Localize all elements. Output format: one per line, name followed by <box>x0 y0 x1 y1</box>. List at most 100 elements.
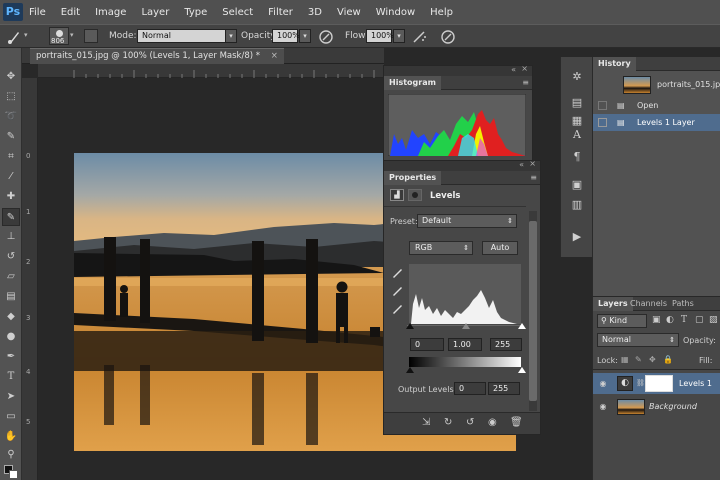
close-panel-icon[interactable]: × <box>529 159 536 168</box>
menu-type[interactable]: Type <box>184 7 207 18</box>
flow-input[interactable]: 100% <box>366 29 394 43</box>
blend-mode-select[interactable]: Normal ⇕ <box>597 333 679 347</box>
clone-stamp-tool-icon[interactable]: ⊥ <box>2 228 20 246</box>
output-black-slider[interactable] <box>406 367 414 373</box>
pressure-opacity-icon[interactable] <box>318 29 334 45</box>
hand-tool-icon[interactable]: ✋ <box>2 428 20 446</box>
move-tool-icon[interactable]: ✥ <box>2 68 20 86</box>
preset-select[interactable]: Default ⇕ <box>417 214 517 228</box>
toggle-visibility-icon[interactable]: ◉ <box>488 417 497 428</box>
lock-image-icon[interactable]: ✎ <box>635 355 642 364</box>
gray-point-eyedropper-icon[interactable] <box>390 283 404 297</box>
blur-tool-icon[interactable]: ◆ <box>2 308 20 326</box>
menu-select[interactable]: Select <box>222 7 253 18</box>
menu-edit[interactable]: Edit <box>61 7 80 18</box>
dodge-tool-icon[interactable]: ● <box>2 328 20 346</box>
menu-3d[interactable]: 3D <box>308 7 322 18</box>
shape-tool-icon[interactable]: ▭ <box>2 408 20 426</box>
type-tool-icon[interactable]: T <box>2 368 20 386</box>
history-panel-icon[interactable]: ▤ <box>569 95 585 111</box>
history-brush-source-icon[interactable] <box>598 101 607 110</box>
mode-dropdown-icon[interactable]: ▾ <box>225 29 237 43</box>
flow-dropdown-icon[interactable]: ▾ <box>393 29 405 43</box>
brush-size-picker[interactable]: 806 <box>49 27 69 45</box>
link-icon[interactable]: ⛓ <box>636 373 645 394</box>
character-panel-icon[interactable]: A <box>569 127 585 143</box>
black-point-eyedropper-icon[interactable] <box>390 265 404 279</box>
menu-file[interactable]: File <box>29 7 46 18</box>
menu-layer[interactable]: Layer <box>141 7 169 18</box>
styles-panel-icon[interactable]: ▣ <box>569 177 585 193</box>
opacity-dropdown-icon[interactable]: ▾ <box>299 29 311 43</box>
filter-smart-object-icon[interactable]: ▧ <box>709 315 718 325</box>
filter-type-icon[interactable]: T <box>681 315 687 325</box>
timeline-panel-icon[interactable]: ▶ <box>569 229 585 245</box>
filter-pixel-icon[interactable]: ▣ <box>652 315 661 325</box>
input-black-slider[interactable] <box>406 323 414 329</box>
healing-brush-tool-icon[interactable]: ✚ <box>2 188 20 206</box>
white-point-eyedropper-icon[interactable] <box>390 301 404 315</box>
delete-adjustment-icon[interactable]: 🗑 <box>510 417 523 428</box>
crop-tool-icon[interactable]: ⌗ <box>2 148 20 166</box>
output-white-slider[interactable] <box>518 367 526 373</box>
input-white-slider[interactable] <box>518 323 526 329</box>
tab-properties[interactable]: Properties <box>384 171 442 185</box>
output-black-field[interactable]: 0 <box>454 382 486 395</box>
tab-histogram[interactable]: Histogram <box>384 76 441 90</box>
menu-help[interactable]: Help <box>430 7 453 18</box>
path-selection-tool-icon[interactable]: ➤ <box>2 388 20 406</box>
histogram-panel-titlebar[interactable]: « × <box>384 64 532 76</box>
input-white-field[interactable]: 255 <box>490 338 522 351</box>
properties-scrollbar[interactable] <box>529 211 537 411</box>
eyedropper-tool-icon[interactable]: ⁄ <box>2 168 20 186</box>
layer-row-levels[interactable]: ◉ ◐ ⛓ Levels 1 <box>593 373 720 394</box>
input-gamma-slider[interactable] <box>462 323 470 329</box>
layer-mask-icon[interactable] <box>408 189 422 201</box>
reset-adjustment-icon[interactable]: ↺ <box>466 417 474 428</box>
input-gamma-field[interactable]: 1.00 <box>448 338 482 351</box>
output-white-field[interactable]: 255 <box>488 382 520 395</box>
tab-paths[interactable]: Paths <box>667 297 699 311</box>
menu-filter[interactable]: Filter <box>268 7 293 18</box>
history-brush-tool-icon[interactable]: ↺ <box>2 248 20 266</box>
layer-row-background[interactable]: ◉ Background <box>593 396 720 417</box>
menu-window[interactable]: Window <box>376 7 415 18</box>
visibility-eye-icon[interactable]: ◉ <box>597 373 609 394</box>
document-tab[interactable]: portraits_015.jpg @ 100% (Levels 1, Laye… <box>30 48 284 64</box>
menu-view[interactable]: View <box>337 7 361 18</box>
lasso-tool-icon[interactable]: ➰ <box>2 108 20 126</box>
clip-to-layer-icon[interactable]: ⇲ <box>422 417 430 428</box>
channel-select[interactable]: RGB ⇕ <box>409 241 473 255</box>
notes-panel-icon[interactable]: ▥ <box>569 197 585 213</box>
pen-tool-icon[interactable]: ✒ <box>2 348 20 366</box>
paragraph-panel-icon[interactable]: ¶ <box>569 149 585 165</box>
lock-all-icon[interactable]: 🔒 <box>663 355 673 364</box>
menu-image[interactable]: Image <box>95 7 126 18</box>
marquee-tool-icon[interactable]: ⬚ <box>2 88 20 106</box>
lock-position-icon[interactable]: ✥ <box>649 355 656 364</box>
collapse-panel-icon[interactable]: « <box>511 65 516 74</box>
history-state-levels[interactable]: ▤ Levels 1 Layer <box>593 114 720 131</box>
input-black-field[interactable]: 0 <box>410 338 444 351</box>
layer-mask-thumbnail[interactable] <box>645 375 673 392</box>
properties-panel-titlebar[interactable]: « × <box>384 159 540 171</box>
tool-preset-dropdown-icon[interactable]: ▾ <box>24 31 28 39</box>
panel-menu-icon[interactable]: ≡ <box>522 76 529 89</box>
brush-tool-icon[interactable]: ✎ <box>2 208 20 226</box>
tab-history[interactable]: History <box>593 57 636 71</box>
visibility-eye-icon[interactable]: ◉ <box>597 396 609 417</box>
pressure-size-icon[interactable] <box>440 29 456 45</box>
collapse-panel-icon[interactable]: « <box>519 160 524 169</box>
close-tab-icon[interactable]: × <box>271 51 278 61</box>
filter-kind-select[interactable]: ⚲ Kind <box>597 314 647 328</box>
tab-channels[interactable]: Channels <box>625 297 672 311</box>
airbrush-icon[interactable] <box>412 29 428 45</box>
adjustment-levels-icon[interactable]: ▟ <box>390 189 404 201</box>
panel-menu-icon[interactable]: ≡ <box>530 171 537 184</box>
view-previous-state-icon[interactable]: ↻ <box>444 417 452 428</box>
history-state-open[interactable]: ▤ Open <box>593 97 720 114</box>
gradient-tool-icon[interactable]: ▤ <box>2 288 20 306</box>
quick-selection-tool-icon[interactable]: ✎ <box>2 128 20 146</box>
filter-shape-icon[interactable]: ▢ <box>695 315 704 325</box>
auto-button[interactable]: Auto <box>482 241 518 255</box>
